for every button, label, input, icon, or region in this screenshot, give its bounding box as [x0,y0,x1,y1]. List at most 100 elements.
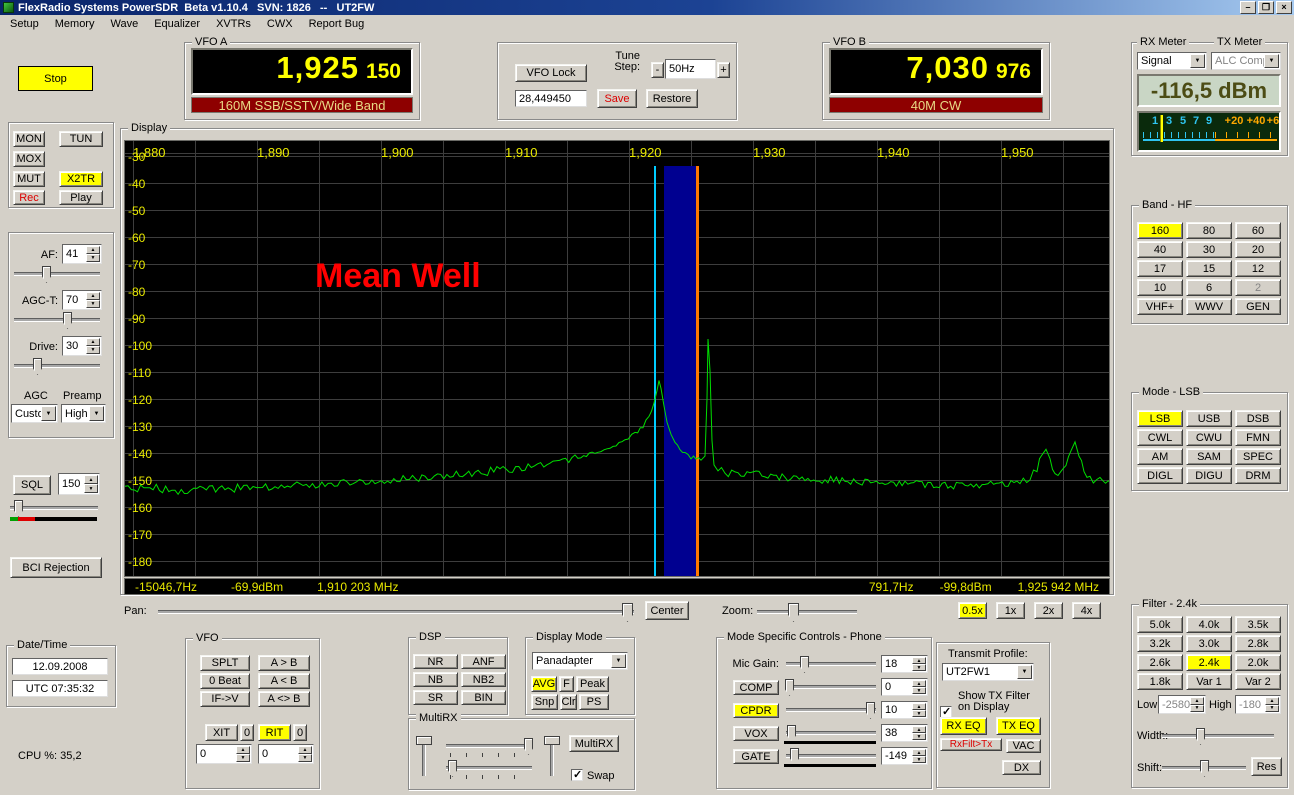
comp-button[interactable]: COMP [733,680,779,695]
mode-button-dsb[interactable]: DSB [1235,410,1281,427]
spin-up-icon[interactable] [912,749,926,756]
vfo-lock-button[interactable]: VFO Lock [515,64,587,82]
vox-button[interactable]: VOX [733,726,779,741]
pan-slider-thumb[interactable] [622,603,633,622]
dsp-button-nb[interactable]: NB [413,672,458,687]
chevron-down-icon[interactable] [1017,665,1032,679]
spin-down-icon[interactable] [1190,704,1204,712]
vfo-a-frequency-display[interactable]: 1,925 150 [191,48,413,95]
memory-frequency-field[interactable]: 28,449450 [515,90,587,107]
vox-spinner[interactable]: 38 [881,724,928,742]
filter-button-1-8k[interactable]: 1.8k [1137,673,1183,690]
filter-button-3-5k[interactable]: 3.5k [1235,616,1281,633]
band-button-40[interactable]: 40 [1137,241,1183,258]
menu-report-bug[interactable]: Report Bug [301,16,373,32]
spin-up-icon[interactable] [298,746,312,754]
chevron-down-icon[interactable] [611,654,626,668]
mode-button-digl[interactable]: DIGL [1137,467,1183,484]
peak-button[interactable]: Peak [576,676,609,692]
display-mode-select[interactable]: Panadapter [532,652,628,670]
filter-button-2-4k[interactable]: 2.4k [1186,654,1232,671]
comp-spinner[interactable]: 0 [881,678,928,696]
af-spinner[interactable]: 41 [62,244,102,264]
spin-up-icon[interactable] [912,680,926,687]
multirx-pan-thumb-right[interactable] [544,736,560,745]
mon-button[interactable]: MON [13,131,45,147]
dsp-button-nb2[interactable]: NB2 [461,672,506,687]
split-button[interactable]: SPLT [200,655,250,671]
tune-step-up-button[interactable]: + [717,62,730,78]
drive-spinner[interactable]: 30 [62,336,102,356]
spin-up-icon[interactable] [1265,697,1279,705]
tun-button[interactable]: TUN [59,131,103,147]
start-stop-button[interactable]: Stop [18,66,93,91]
spin-down-icon[interactable] [1265,704,1279,712]
filter-button-3-0k[interactable]: 3.0k [1186,635,1232,652]
band-button-vhf[interactable]: VHF+ [1137,298,1183,315]
zero-beat-button[interactable]: 0 Beat [200,673,250,689]
spin-up-icon[interactable] [912,726,926,733]
filter-high-spinner[interactable]: -180 [1235,695,1281,714]
cpdr-button[interactable]: CPDR [733,703,779,718]
band-button-80[interactable]: 80 [1186,222,1232,239]
menu-cwx[interactable]: CWX [259,16,301,32]
multirx-button[interactable]: MultiRX [569,735,619,752]
transmit-profile-select[interactable]: UT2FW1 [942,663,1034,681]
spin-up-icon[interactable] [1190,697,1204,705]
band-button-60[interactable]: 60 [1235,222,1281,239]
filter-button-var-1[interactable]: Var 1 [1186,673,1232,690]
zoom-4x-button[interactable]: 4x [1072,602,1101,619]
spin-down-icon[interactable] [84,484,98,493]
filter-button-4-0k[interactable]: 4.0k [1186,616,1232,633]
restore-button[interactable]: Restore [646,89,698,108]
spin-down-icon[interactable] [86,254,100,262]
menu-memory[interactable]: Memory [47,16,103,32]
mode-button-cwl[interactable]: CWL [1137,429,1183,446]
filter-button-5-0k[interactable]: 5.0k [1137,616,1183,633]
band-button-160[interactable]: 160 [1137,222,1183,239]
sql-spinner[interactable]: 150 [58,473,100,495]
if-to-vfo-button[interactable]: IF->V [200,691,250,707]
band-button-17[interactable]: 17 [1137,260,1183,277]
agc-select[interactable]: Custo [11,404,58,423]
dx-button[interactable]: DX [1002,760,1041,775]
spin-down-icon[interactable] [86,300,100,308]
mic-gain-spinner[interactable]: 18 [881,655,928,673]
menu-wave[interactable]: Wave [102,16,146,32]
spin-down-icon[interactable] [236,754,250,762]
band-button-20[interactable]: 20 [1235,241,1281,258]
band-button-10[interactable]: 10 [1137,279,1183,296]
dsp-button-bin[interactable]: BIN [461,690,506,705]
band-button-15[interactable]: 15 [1186,260,1232,277]
rxfilt-to-tx-button[interactable]: RxFilt>Tx [940,738,1002,751]
dsp-button-nr[interactable]: NR [413,654,458,669]
a-to-b-button[interactable]: A > B [258,655,310,671]
dsp-button-anf[interactable]: ANF [461,654,506,669]
filter-low-spinner[interactable]: -2580 [1158,695,1206,714]
bci-rejection-button[interactable]: BCI Rejection [10,557,102,578]
spin-up-icon[interactable] [86,246,100,254]
chevron-down-icon[interactable] [41,406,56,421]
zoom-1x-button[interactable]: 1x [996,602,1025,619]
spin-up-icon[interactable] [86,292,100,300]
agct-spinner[interactable]: 70 [62,290,102,310]
zoom-0-5x-button[interactable]: 0.5x [958,602,987,619]
f-button[interactable]: F [559,676,574,692]
chevron-down-icon[interactable] [1190,54,1205,68]
menu-equalizer[interactable]: Equalizer [146,16,208,32]
rec-button[interactable]: Rec [13,190,45,205]
clear-button[interactable]: Clr [560,694,577,710]
mode-button-lsb[interactable]: LSB [1137,410,1183,427]
chevron-down-icon[interactable] [1264,54,1279,68]
vfo-b-frequency-display[interactable]: 7,030 976 [829,48,1043,95]
x2tr-button[interactable]: X2TR [59,171,103,187]
mode-button-spec[interactable]: SPEC [1235,448,1281,465]
filter-button-2-8k[interactable]: 2.8k [1235,635,1281,652]
sql-button[interactable]: SQL [13,475,51,495]
spin-down-icon[interactable] [912,710,926,717]
tx-meter-select[interactable]: ALC Comp [1211,52,1281,70]
minimize-icon[interactable]: – [1240,1,1256,14]
spin-up-icon[interactable] [912,657,926,664]
mox-button[interactable]: MOX [13,151,45,167]
spin-up-icon[interactable] [912,703,926,710]
